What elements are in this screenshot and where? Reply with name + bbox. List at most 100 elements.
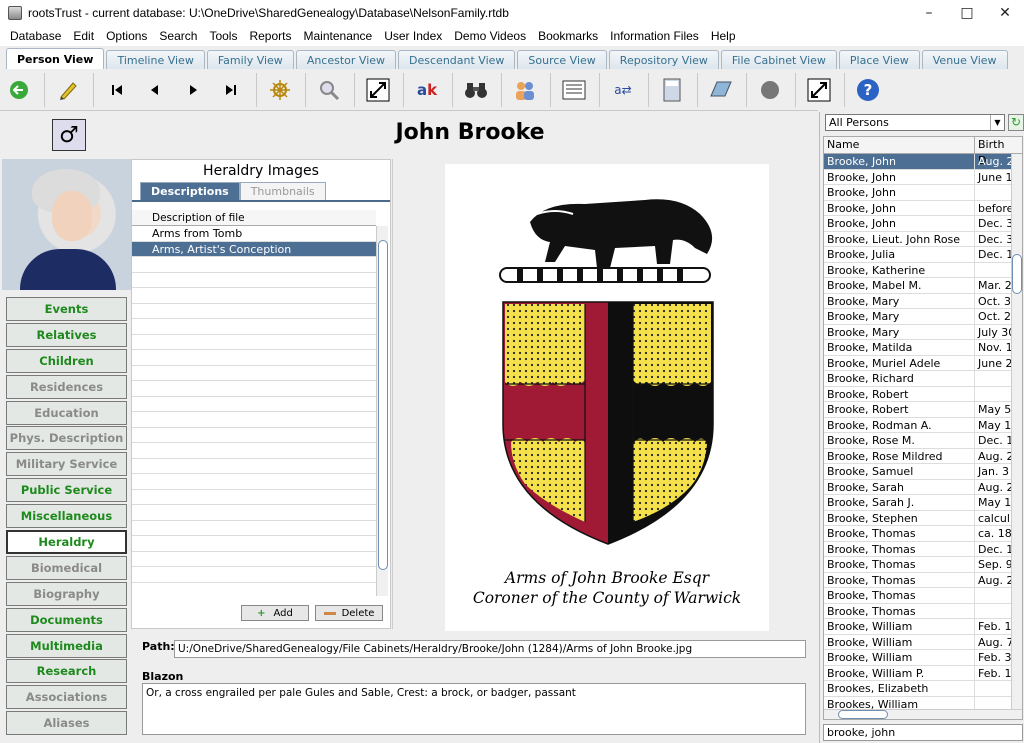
file-row[interactable] bbox=[132, 319, 376, 335]
person-row[interactable]: Brooke, Julia Dec. 1 bbox=[824, 247, 1022, 263]
binoculars-icon[interactable] bbox=[463, 77, 489, 103]
person-row[interactable]: Brooke, John bbox=[824, 185, 1022, 201]
tab-thumbnails[interactable]: Thumbnails bbox=[239, 182, 326, 200]
menu-tools[interactable]: Tools bbox=[203, 29, 243, 43]
person-row[interactable]: Brooke, Samuel Jan. 3 bbox=[824, 464, 1022, 480]
column-name-header[interactable]: Name bbox=[824, 137, 975, 153]
file-row[interactable] bbox=[132, 428, 376, 443]
menu-search[interactable]: Search bbox=[153, 29, 203, 43]
ear-icon[interactable] bbox=[757, 77, 783, 103]
category-events-button[interactable]: Events bbox=[6, 297, 127, 321]
category-education-button[interactable]: Education bbox=[6, 400, 127, 425]
refresh-icon[interactable]: ↻ bbox=[1008, 114, 1024, 131]
tab-repository-view[interactable]: Repository View bbox=[608, 50, 719, 69]
person-row[interactable]: Brooke, Richard bbox=[824, 371, 1022, 387]
image-preview[interactable]: Arms of John Brooke Esqr Coroner of the … bbox=[445, 164, 769, 631]
tab-timeline-view[interactable]: Timeline View bbox=[106, 50, 205, 69]
person-row[interactable]: Brooke, Thomas Dec. 1 bbox=[824, 541, 1022, 557]
help-icon[interactable]: ? bbox=[855, 77, 881, 103]
category-children-button[interactable]: Children bbox=[6, 348, 127, 373]
file-row[interactable] bbox=[132, 335, 376, 350]
menu-bookmarks[interactable]: Bookmarks bbox=[532, 29, 604, 43]
previous-record-icon[interactable] bbox=[142, 77, 168, 103]
person-row[interactable]: Brooke, Mabel M. Mar. 2 bbox=[824, 278, 1022, 294]
delete-button[interactable]: Delete bbox=[315, 605, 383, 621]
list-icon[interactable] bbox=[561, 77, 587, 103]
file-row[interactable] bbox=[132, 567, 376, 583]
person-row[interactable]: Brooke, Katherine bbox=[824, 262, 1022, 278]
blazon-field[interactable]: Or, a cross engrailed per pale Gules and… bbox=[142, 683, 806, 735]
minimize-button[interactable]: – bbox=[910, 0, 948, 26]
person-row[interactable]: Brooke, Robert May 5 bbox=[824, 402, 1022, 418]
category-biography-button[interactable]: Biography bbox=[6, 581, 127, 606]
category-miscellaneous-button[interactable]: Miscellaneous bbox=[6, 504, 127, 529]
category-multimedia-button[interactable]: Multimedia bbox=[6, 633, 127, 658]
file-row[interactable] bbox=[132, 552, 376, 567]
tab-ancestor-view[interactable]: Ancestor View bbox=[295, 50, 397, 69]
tab-descendant-view[interactable]: Descendant View bbox=[398, 50, 516, 69]
column-birth-header[interactable]: Birth D bbox=[975, 137, 1012, 167]
file-row[interactable] bbox=[132, 536, 376, 552]
path-field[interactable]: U:/OneDrive/SharedGenealogy/File Cabinet… bbox=[174, 640, 806, 658]
last-record-icon[interactable] bbox=[218, 77, 244, 103]
menu-information-files[interactable]: Information Files bbox=[604, 29, 705, 43]
category-public-service-button[interactable]: Public Service bbox=[6, 478, 127, 503]
first-record-icon[interactable] bbox=[104, 77, 130, 103]
category-residences-button[interactable]: Residences bbox=[6, 374, 127, 399]
menu-help[interactable]: Help bbox=[705, 29, 742, 43]
category-biomedical-button[interactable]: Biomedical bbox=[6, 555, 127, 580]
person-row[interactable]: Brooke, Thomas Sep. 9 bbox=[824, 557, 1022, 573]
person-row[interactable]: Brooke, Stephen calcul bbox=[824, 510, 1022, 526]
tab-venue-view[interactable]: Venue View bbox=[921, 50, 1008, 69]
next-record-icon[interactable] bbox=[180, 77, 206, 103]
portrait-image[interactable] bbox=[2, 159, 131, 290]
tab-family-view[interactable]: Family View bbox=[206, 50, 294, 69]
add-button[interactable]: + Add bbox=[241, 605, 309, 621]
menu-demo-videos[interactable]: Demo Videos bbox=[448, 29, 532, 43]
chevron-down-icon[interactable]: ▼ bbox=[990, 115, 1004, 130]
person-row[interactable]: Brooke, Mary Oct. 2 bbox=[824, 309, 1022, 325]
menu-reports[interactable]: Reports bbox=[243, 29, 297, 43]
person-row[interactable]: Brooke, Robert bbox=[824, 386, 1022, 402]
person-row[interactable]: Brooke, Sarah J. May 1 bbox=[824, 495, 1022, 511]
category-phys-description-button[interactable]: Phys. Description bbox=[6, 426, 127, 451]
person-row[interactable]: Brooke, Matilda Nov. 1 bbox=[824, 340, 1022, 356]
file-row[interactable] bbox=[132, 273, 376, 288]
tab-person-view[interactable]: Person View bbox=[6, 48, 105, 69]
ship-wheel-icon[interactable] bbox=[267, 77, 293, 103]
file-row[interactable] bbox=[132, 381, 376, 397]
person-row[interactable]: Brooke, Rodman A. May 1 bbox=[824, 417, 1022, 433]
category-associations-button[interactable]: Associations bbox=[6, 685, 127, 710]
tab-place-view[interactable]: Place View bbox=[838, 50, 920, 69]
maximize-button[interactable]: □ bbox=[948, 0, 986, 26]
gender-male-icon[interactable]: ♂ bbox=[52, 119, 86, 151]
file-row[interactable] bbox=[132, 257, 376, 273]
person-row[interactable]: Brooke, Mary July 30 bbox=[824, 324, 1022, 340]
file-list-scrollbar[interactable] bbox=[376, 226, 388, 596]
file-row[interactable]: Arms, Artist's Conception bbox=[132, 241, 376, 257]
person-row[interactable]: Brooke, John before bbox=[824, 200, 1022, 216]
person-row[interactable]: Brooke, John Dec. 3 bbox=[824, 216, 1022, 232]
person-row[interactable]: Brooke, Muriel Adele June 2 bbox=[824, 355, 1022, 371]
calculator-icon[interactable] bbox=[659, 77, 685, 103]
person-list-hscrollbar[interactable] bbox=[824, 709, 1022, 719]
person-row[interactable]: Brooke, Mary Oct. 3 bbox=[824, 293, 1022, 309]
person-row[interactable]: Brooke, John June 1 bbox=[824, 169, 1022, 185]
book-icon[interactable] bbox=[708, 77, 734, 103]
file-row[interactable] bbox=[132, 366, 376, 381]
menu-user-index[interactable]: User Index bbox=[378, 29, 448, 43]
person-row[interactable]: Brooke, Thomas bbox=[824, 603, 1022, 619]
spell-check-icon[interactable]: ak bbox=[414, 77, 440, 103]
person-row[interactable]: Brooke, Sarah Aug. 2 bbox=[824, 479, 1022, 495]
file-row[interactable] bbox=[132, 397, 376, 412]
person-list-scrollbar[interactable] bbox=[1011, 154, 1022, 710]
category-relatives-button[interactable]: Relatives bbox=[6, 322, 127, 347]
expand-icon[interactable] bbox=[365, 77, 391, 103]
person-filter-select[interactable]: All Persons ▼ bbox=[825, 114, 1005, 131]
close-button[interactable]: ✕ bbox=[986, 0, 1024, 26]
pencil-icon[interactable] bbox=[55, 77, 81, 103]
tab-descriptions[interactable]: Descriptions bbox=[140, 182, 240, 200]
person-row[interactable]: Brooke, William Feb. 3 bbox=[824, 650, 1022, 666]
file-row[interactable] bbox=[132, 490, 376, 505]
category-military-service-button[interactable]: Military Service bbox=[6, 452, 127, 477]
